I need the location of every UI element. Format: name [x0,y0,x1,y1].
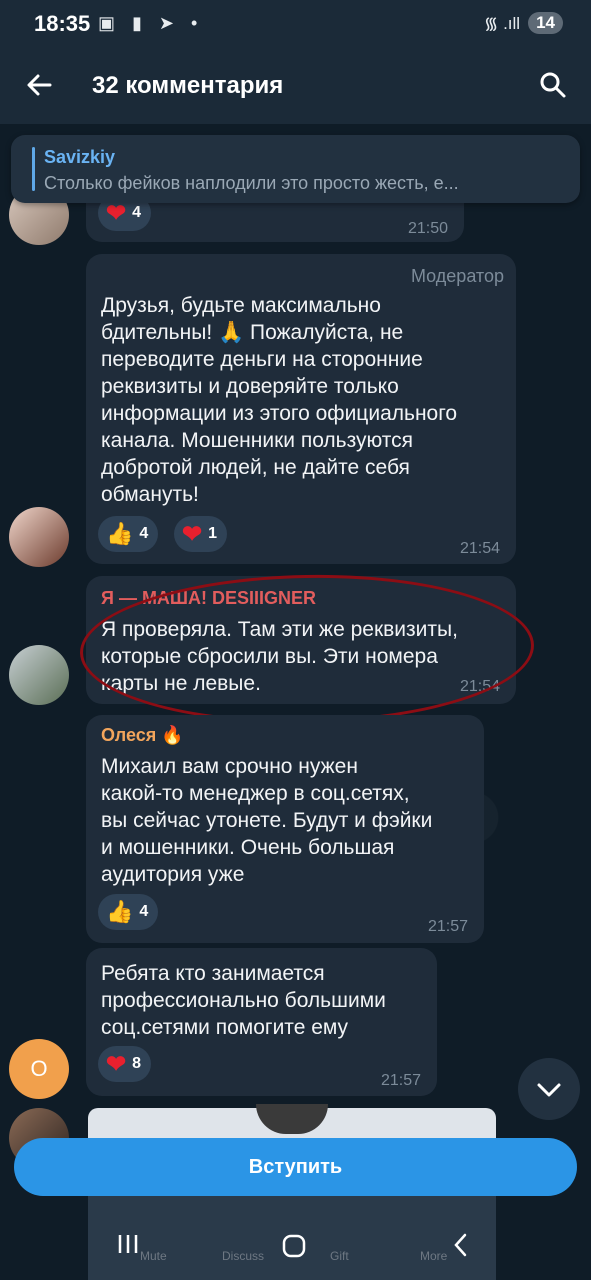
battery-icon: 14 [528,11,563,34]
system-nav-bar: Mute Discuss Gift More [0,1196,591,1280]
thumbs-up-icon: 👍 [106,521,134,546]
moderator-badge: Модератор [410,266,504,286]
ghost-label: Mute [140,1249,167,1263]
ghost-label: Discuss [222,1249,265,1263]
message-text: Михаил вам срочно нужен какой-то менедже… [101,755,433,886]
thumbs-up-icon: 👍 [106,899,134,924]
ghost-label: Gift [330,1249,349,1263]
message-bubble[interactable]: Я — МАША! DESIIIGNER Я проверяла. Там эт… [86,576,516,704]
recents-icon [118,1235,138,1253]
search-icon [540,72,566,98]
message-time: 21:54 [459,678,500,695]
status-right: ᯾ .ıll 14 [484,11,563,34]
sender-name[interactable]: Олеся 🔥 [101,725,184,746]
status-bar: 18:35 ▣ ▮ ➤ • ᯾ .ıll 14 [0,0,591,50]
message-text: Друзья, будьте максимально бдительны! 🙏 … [101,294,458,506]
sender-name[interactable]: Я — МАША! DESIIIGNER [101,588,316,609]
message-text: Я проверяла. Там эти же реквизиты, котор… [101,618,458,695]
pinned-accent [32,147,35,191]
message-bubble[interactable]: Модератор Друзья, будьте максимально бди… [86,254,516,564]
avatar[interactable] [9,507,69,567]
join-button[interactable]: Вступить [14,1138,577,1196]
home-button[interactable] [281,1233,307,1264]
avatar[interactable]: О [9,1039,69,1099]
nav-back-button[interactable] [450,1232,472,1263]
notification-icons: ▣ ▮ ➤ • [98,13,204,33]
top-bar: 32 комментария [0,50,591,124]
page-title: 32 комментария [92,72,284,99]
scroll-down-button[interactable] [518,1058,580,1120]
message-time: 21:50 [407,220,448,237]
chevron-down-icon [537,1083,561,1097]
chevron-left-icon [454,1233,467,1257]
message-text: Ребята кто занимается профессионально бо… [101,962,386,1039]
home-icon [282,1234,306,1258]
heart-icon: ❤ [106,1050,127,1078]
message-time: 21:57 [380,1072,421,1089]
back-button[interactable] [22,67,58,103]
reaction-thumbs-up[interactable]: 👍 4 [98,894,159,930]
reaction-heart[interactable]: ❤ 1 [174,516,228,552]
message-bubble[interactable]: Олеся 🔥 Михаил вам срочно нужен какой-то… [86,715,484,943]
search-button[interactable] [535,67,571,103]
reaction-heart[interactable]: ❤ 8 [98,1046,152,1082]
pinned-sender: Savizkiy [44,147,116,167]
reaction-thumbs-up[interactable]: 👍 4 [98,516,159,552]
pinned-message[interactable]: Savizkiy Столько фейков наплодили это пр… [11,135,580,203]
status-time: 18:35 [34,11,91,36]
avatar[interactable] [9,645,69,705]
message-time: 21:54 [459,540,500,557]
ghost-label: More [420,1249,448,1263]
signal-icon: ᯾ .ıll [483,14,521,33]
pinned-text: Столько фейков наплодили это просто жест… [44,173,459,193]
message-time: 21:57 [427,918,468,935]
fire-icon: 🔥 [161,725,184,745]
message-bubble[interactable]: Ребята кто занимается профессионально бо… [86,948,437,1096]
heart-icon: ❤ [182,520,203,548]
recents-button[interactable] [116,1232,142,1261]
preview-avatar [256,1104,328,1134]
arrow-left-icon [27,74,52,96]
